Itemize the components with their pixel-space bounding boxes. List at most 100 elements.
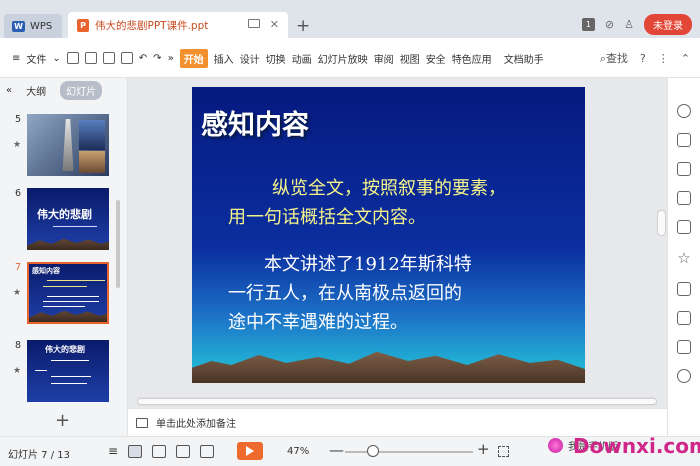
reading-view-icon[interactable] [176, 444, 191, 458]
tab-wps-label: WPS [30, 20, 53, 32]
star-icon[interactable]: ☆ [677, 249, 690, 267]
slide-title[interactable]: 感知内容 [201, 103, 309, 142]
box-icon[interactable] [677, 282, 691, 296]
panel-scrollbar[interactable] [116, 200, 120, 288]
watermark: 我是手机版 Downxi.com [548, 434, 700, 458]
save-icon[interactable] [66, 52, 79, 64]
menu-animation[interactable]: 动画 [292, 51, 312, 66]
menu-security[interactable]: 安全 [426, 51, 446, 66]
redo-icon[interactable]: ↷ [153, 53, 161, 64]
search-button[interactable]: ⌕查找 [600, 50, 628, 66]
slide-thumbnail-6[interactable]: 6 伟大的悲剧 [0, 188, 128, 262]
search-label: 查找 [605, 52, 628, 65]
ppt-file-icon: P [77, 18, 89, 32]
tab-document[interactable]: P 伟大的悲剧PPT课件.ppt ✕ [68, 12, 288, 38]
undo-icon[interactable]: ↶ [139, 53, 147, 64]
mountain-graphic [192, 351, 585, 383]
canvas-horizontal-scrollbar[interactable] [137, 397, 657, 406]
paragraph-2-line-2: 一行五人，在从南极点返回的 [228, 283, 462, 304]
canvas-vertical-scrollbar[interactable] [657, 210, 666, 236]
slide-counter: 幻灯片 7 / 13 [8, 450, 70, 461]
slide-thumbnail-5[interactable]: 5 ★ [0, 114, 128, 188]
slide-thumbnail-7[interactable]: 7 ★ 感知内容 [0, 262, 128, 336]
template-icon[interactable] [677, 220, 691, 234]
watermark-logo-icon [548, 438, 563, 453]
copy-icon[interactable] [677, 133, 691, 147]
folder-icon[interactable] [84, 52, 97, 64]
preview-icon[interactable] [120, 52, 133, 64]
thumbnail-image: 伟大的悲剧 [27, 188, 109, 250]
thumbnail-image-selected: 感知内容 [27, 262, 109, 324]
menu-insert[interactable]: 插入 [214, 51, 234, 66]
thumbnail-title: 伟大的悲剧 [37, 208, 92, 221]
tab-wps-home[interactable]: W WPS [4, 14, 62, 38]
right-sidebar: ☆ [667, 78, 700, 436]
collapse-ribbon-icon[interactable]: ⌃ [681, 52, 690, 65]
notes-area[interactable]: 单击此处添加备注 [128, 408, 667, 436]
watermark-text: Downxi.com [573, 434, 700, 458]
menu-transition[interactable]: 切换 [266, 51, 286, 66]
slide-number: 5 [15, 114, 22, 125]
zoom-level[interactable]: 47% [287, 446, 309, 457]
slides-panel: « 大纲 幻灯片 5 ★ 6 伟大的悲剧 7 ★ 感知内容 8 ★ 伟大的悲剧 … [0, 78, 128, 436]
zoom-slider[interactable] [345, 451, 473, 453]
image-icon[interactable] [677, 340, 691, 354]
slide-paragraph-1[interactable]: 纵览全文，按照叙事的要素， 用一句话概括全文内容。 [228, 174, 578, 232]
window-count-badge[interactable]: 1 [581, 17, 595, 31]
sliders-icon[interactable] [677, 191, 691, 205]
add-slide-button[interactable]: + [55, 410, 70, 431]
thumbnail-image: 伟大的悲剧 [27, 340, 109, 402]
menu-home[interactable]: 开始 [179, 48, 208, 68]
paragraph-1-line-1: 纵览全文，按照叙事的要素， [272, 178, 506, 199]
notes-view-icon[interactable] [200, 444, 215, 458]
more-menu-icon[interactable]: » [168, 53, 174, 64]
share-icon[interactable] [677, 311, 691, 325]
current-slide[interactable]: 感知内容 纵览全文，按照叙事的要素， 用一句话概括全文内容。 本文讲述了1912… [192, 87, 585, 383]
sorter-view-icon[interactable] [152, 444, 167, 458]
thumbnail-title: 伟大的悲剧 [45, 345, 85, 354]
zoom-slider-handle[interactable] [367, 445, 379, 457]
edit-icon[interactable] [677, 162, 691, 176]
new-tab-button[interactable]: + [296, 16, 310, 36]
print-icon[interactable] [102, 52, 115, 64]
menu-doc-assistant[interactable]: 文档助手 [504, 51, 544, 66]
slide-number: 7 [15, 262, 22, 273]
zoom-in-button[interactable]: + [477, 440, 490, 458]
fit-window-icon[interactable] [498, 446, 509, 457]
menu-design[interactable]: 设计 [240, 51, 260, 66]
slide-thumbnail-8[interactable]: 8 ★ 伟大的悲剧 [0, 340, 128, 414]
zoom-out-button[interactable]: — [329, 441, 344, 459]
collapse-panel-icon[interactable]: « [6, 85, 12, 96]
play-slideshow-button[interactable] [237, 442, 263, 460]
tab-slides[interactable]: 幻灯片 [60, 80, 103, 100]
shirt-icon[interactable]: ♙ [624, 18, 634, 31]
help-icon[interactable]: ? [640, 52, 646, 65]
menu-slideshow[interactable]: 幻灯片放映 [318, 51, 368, 66]
notes-icon [136, 417, 148, 428]
file-menu[interactable]: 文件 [26, 51, 46, 66]
audio-icon[interactable] [677, 369, 691, 383]
menu-features[interactable]: 特色应用 [452, 51, 492, 66]
more-options-icon[interactable]: ⋮ [658, 52, 669, 65]
animation-star-icon: ★ [13, 366, 22, 376]
chevron-down-icon[interactable]: ⌄ [52, 53, 60, 64]
slide-number: 8 [15, 340, 22, 351]
tab-document-label: 伟大的悲剧PPT课件.ppt [95, 19, 209, 32]
login-button[interactable]: 未登录 [644, 13, 692, 35]
tab-outline[interactable]: 大纲 [26, 83, 46, 98]
wps-logo-icon: W [12, 20, 25, 32]
window-icon[interactable] [248, 19, 260, 28]
menu-review[interactable]: 审阅 [374, 51, 394, 66]
skin-icon[interactable]: ⊘ [605, 18, 614, 31]
paragraph-1-line-2: 用一句话概括全文内容。 [228, 207, 426, 228]
thumbnail-title: 感知内容 [32, 267, 60, 275]
menu-hamburger-icon[interactable]: ≡ [12, 53, 20, 64]
slide-paragraph-2[interactable]: 本文讲述了1912年斯科特 一行五人，在从南极点返回的 途中不幸遇难的过程。 [228, 250, 548, 337]
normal-view-icon[interactable] [128, 444, 143, 458]
layout-menu-icon[interactable]: ≡ [108, 444, 118, 458]
thumbnail-image [27, 114, 109, 176]
settings-icon[interactable] [677, 104, 691, 118]
close-tab-icon[interactable]: ✕ [270, 18, 279, 31]
menu-view[interactable]: 视图 [400, 51, 420, 66]
slide-number: 6 [15, 188, 22, 199]
